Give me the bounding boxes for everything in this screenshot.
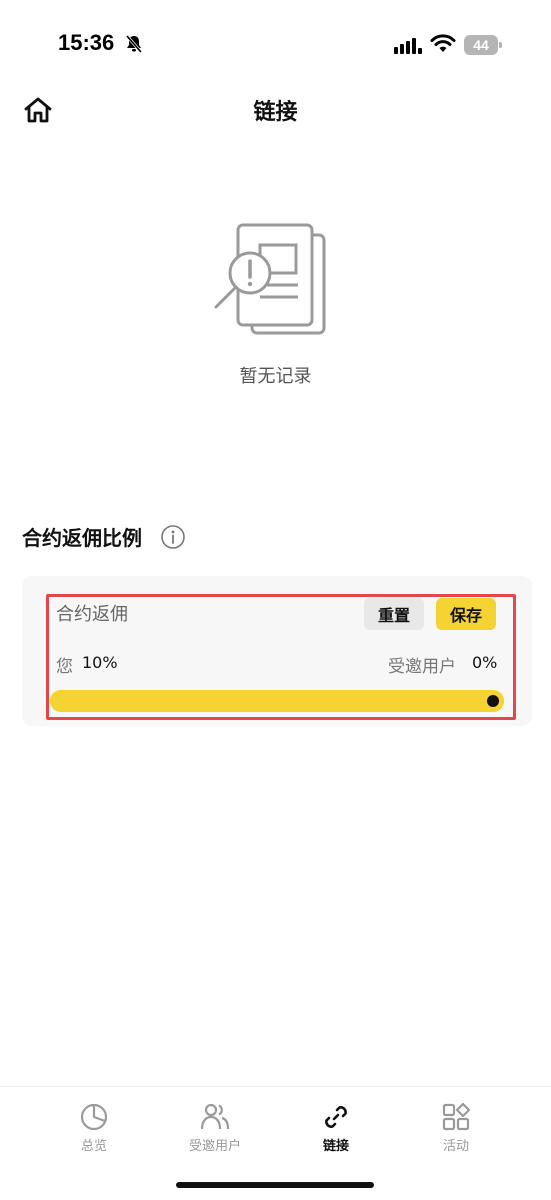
link-icon (325, 1106, 347, 1128)
empty-state-text: 暂无记录 (239, 366, 312, 387)
tab-label: 受邀用户 (188, 1139, 241, 1154)
tab-overview[interactable]: 总览 (44, 1101, 144, 1161)
tab-label: 活动 (442, 1139, 469, 1154)
tab-activity[interactable]: 活动 (406, 1101, 506, 1161)
home-indicator (176, 1182, 374, 1188)
bell-muted-icon (125, 35, 143, 53)
rebate-row-label: 合约返佣 (56, 604, 128, 625)
page-header: 链接 (0, 80, 551, 140)
rebate-slider-fill (50, 690, 504, 712)
invitee-share-value: 0% (472, 653, 498, 672)
tab-link[interactable]: 链接 (286, 1101, 386, 1161)
tab-invited-users[interactable]: 受邀用户 (165, 1101, 265, 1161)
tab-label: 链接 (322, 1139, 349, 1154)
no-records-illustration (214, 223, 326, 335)
you-share-value: 10% (82, 653, 118, 672)
page-title: 链接 (253, 100, 298, 125)
users-icon (200, 1103, 230, 1130)
invitee-share-label: 受邀用户 (388, 657, 456, 677)
tab-label: 总览 (80, 1139, 107, 1154)
cellular-signal-icon (394, 38, 422, 54)
info-icon[interactable] (160, 524, 186, 550)
reset-button[interactable]: 重置 (364, 598, 424, 630)
wifi-icon (430, 34, 456, 52)
section-title: 合约返佣比例 (22, 526, 142, 550)
rebate-slider[interactable] (50, 690, 504, 712)
you-share-label: 您 (56, 657, 73, 677)
save-button[interactable]: 保存 (436, 598, 496, 630)
rebate-slider-thumb[interactable] (487, 695, 499, 707)
app-screen: 15:36 44 链接 暂无记录 合约返佣比例 合约返佣 重置 保存 您 10%… (0, 0, 551, 1200)
battery-indicator: 44 (464, 35, 502, 55)
status-time: 15:36 (58, 30, 115, 55)
apps-grid-icon (442, 1102, 471, 1131)
battery-cap (499, 42, 502, 48)
status-bar: 15:36 44 (0, 0, 551, 80)
battery-level: 44 (464, 35, 498, 55)
pie-chart-icon (80, 1103, 108, 1131)
